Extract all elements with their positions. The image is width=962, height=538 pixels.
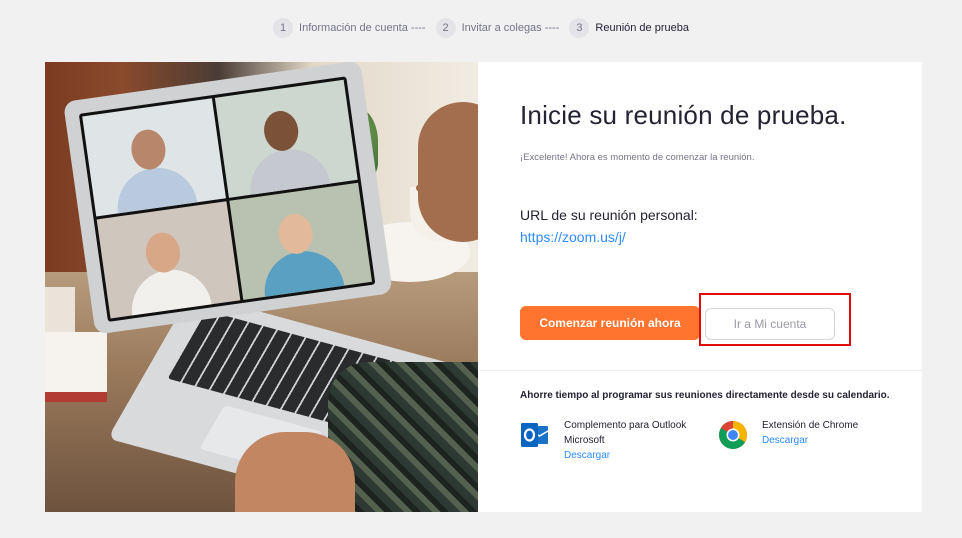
step-number: 2 — [435, 18, 456, 38]
outlook-icon — [521, 423, 549, 447]
personal-url-label: URL de su reunión personal: — [520, 207, 698, 223]
content-panel: Inicie su reunión de prueba. ¡Excelente!… — [478, 62, 922, 512]
step-test-meeting: 3 Reunión de prueba — [569, 18, 689, 38]
step-invite-colleagues: 2 Invitar a colegas ---- — [435, 18, 560, 38]
step-number: 1 — [273, 18, 294, 38]
chrome-download-link[interactable]: Descargar — [762, 433, 897, 448]
step-label: Información de cuenta ---- — [299, 22, 426, 34]
notebook-decoration — [45, 332, 107, 402]
step-account-info: 1 Información de cuenta ---- — [273, 18, 426, 38]
step-label: Reunión de prueba — [595, 22, 689, 34]
person-hand — [235, 432, 355, 512]
video-tile — [82, 98, 226, 216]
personal-meeting-url[interactable]: https://zoom.us/j/ — [520, 229, 626, 245]
outlook-download-link[interactable]: Descargar — [564, 448, 699, 463]
hero-image — [45, 62, 478, 512]
step-number: 3 — [569, 18, 590, 38]
page-subtitle: ¡Excelente! Ahora es momento de comenzar… — [520, 152, 755, 163]
video-tile — [96, 200, 240, 319]
step-label: Invitar a colegas ---- — [461, 22, 560, 34]
outlook-integration: Complemento para Outlook Microsoft Desca… — [520, 418, 699, 463]
person-head — [418, 102, 478, 242]
video-tile — [228, 182, 373, 300]
calendar-heading: Ahorre tiempo al programar sus reuniones… — [520, 390, 890, 401]
start-meeting-button[interactable]: Comenzar reunión ahora — [520, 306, 700, 340]
test-meeting-card: Inicie su reunión de prueba. ¡Excelente!… — [45, 62, 922, 512]
progress-steps: 1 Información de cuenta ---- 2 Invitar a… — [0, 17, 962, 39]
divider — [478, 370, 922, 371]
chrome-integration: Extensión de Chrome Descargar — [718, 418, 897, 450]
outlook-plugin-name: Complemento para Outlook Microsoft — [564, 420, 687, 446]
laptop-lid — [63, 62, 393, 335]
chrome-icon — [719, 421, 747, 449]
page-title: Inicie su reunión de prueba. — [520, 100, 847, 130]
highlight-box — [699, 293, 851, 346]
chrome-extension-name: Extensión de Chrome — [762, 420, 859, 431]
video-call-screen — [78, 76, 376, 322]
video-tile — [214, 79, 358, 198]
